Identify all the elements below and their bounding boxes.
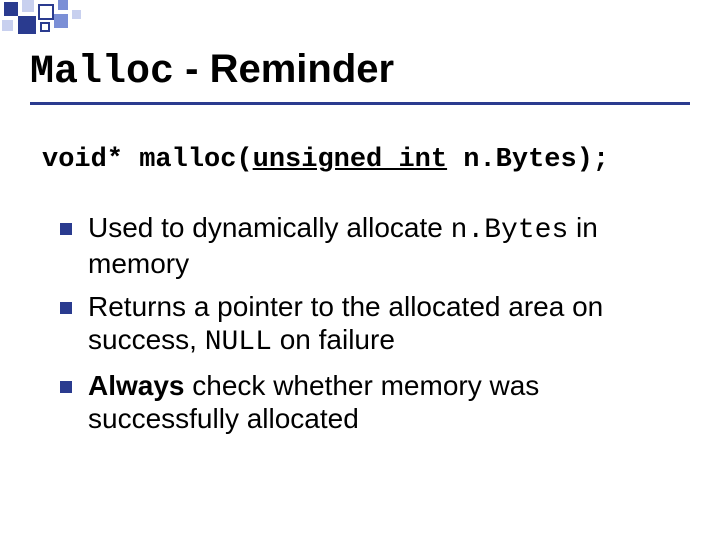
deco-square-icon <box>4 2 18 16</box>
sig-space <box>123 145 139 175</box>
title-code: Malloc <box>30 50 174 95</box>
bullet-code: NULL <box>205 327 272 358</box>
sig-fn-open: malloc( <box>139 145 252 175</box>
deco-square-icon <box>72 10 81 19</box>
bullet-text: on failure <box>272 324 395 355</box>
deco-square-icon <box>38 4 54 20</box>
deco-square-icon <box>54 14 68 28</box>
deco-square-icon <box>2 20 13 31</box>
bullet-list: Used to dynamically allocate n.Bytes in … <box>42 211 680 435</box>
sig-return-type: void* <box>42 145 123 175</box>
slide-body: void* malloc(unsigned int n.Bytes); Used… <box>42 145 680 445</box>
sig-arg-rest: n.Bytes); <box>447 145 609 175</box>
deco-square-icon <box>22 0 34 12</box>
slide: Malloc - Reminder void* malloc(unsigned … <box>0 0 720 540</box>
deco-square-icon <box>18 16 36 34</box>
list-item: Always check whether memory was successf… <box>60 369 680 435</box>
list-item: Used to dynamically allocate n.Bytes in … <box>60 211 680 280</box>
deco-square-icon <box>58 0 68 10</box>
bullet-bold: Always <box>88 370 185 401</box>
deco-square-icon <box>40 22 50 32</box>
bullet-text: Used to dynamically allocate <box>88 212 451 243</box>
list-item: Returns a pointer to the allocated area … <box>60 290 680 359</box>
slide-title: Malloc - Reminder <box>30 48 690 104</box>
title-rest: - Reminder <box>174 47 394 91</box>
corner-decoration <box>0 0 110 40</box>
title-underline <box>30 102 690 105</box>
bullet-code: n.Bytes <box>451 215 569 246</box>
function-signature: void* malloc(unsigned int n.Bytes); <box>42 145 680 177</box>
sig-arg-keyword: unsigned int <box>253 145 447 175</box>
